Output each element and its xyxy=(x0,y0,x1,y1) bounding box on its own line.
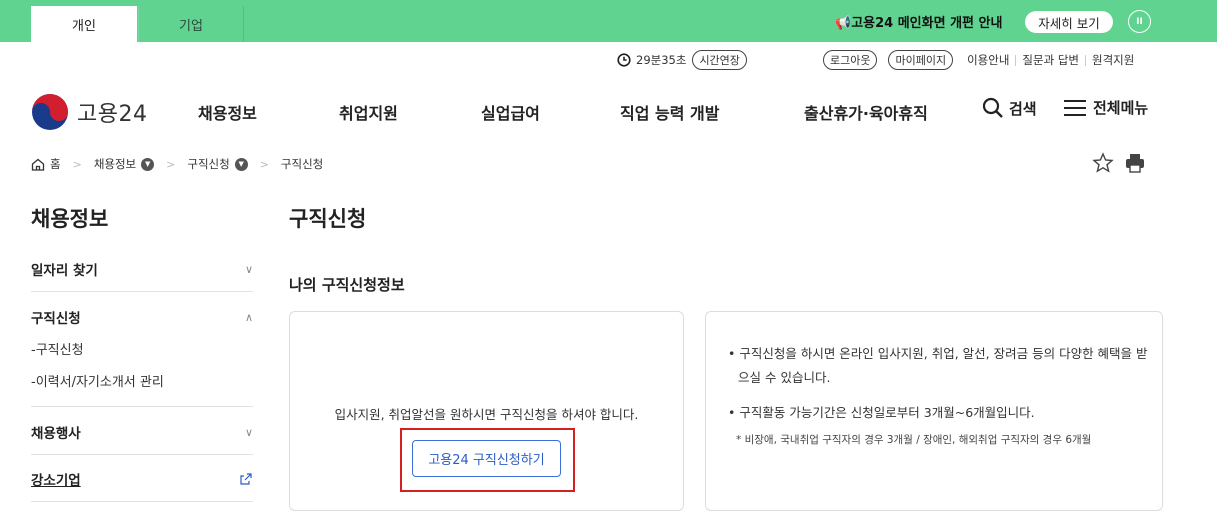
dropdown-icon[interactable]: ▼ xyxy=(141,157,155,171)
section-title: 나의 구직신청정보 xyxy=(289,276,405,294)
nav-job-info[interactable]: 채용정보 xyxy=(198,100,257,124)
chevron-right-icon: > xyxy=(166,157,176,171)
info-bullet: • 구직신청을 하시면 온라인 입사지원, 취업, 알선, 장려금 등의 다양한… xyxy=(728,342,1148,390)
breadcrumb-job-apply[interactable]: 구직신청 xyxy=(187,156,229,172)
divider xyxy=(1015,54,1017,66)
megaphone-icon: 📢 xyxy=(835,16,852,31)
qna-link[interactable]: 질문과 답변 xyxy=(1022,52,1079,68)
divider xyxy=(31,291,253,292)
logo-text: 고용24 xyxy=(77,102,148,127)
page-title: 구직신청 xyxy=(289,207,367,231)
chevron-down-icon: ∨ xyxy=(244,425,253,439)
star-icon[interactable] xyxy=(1092,152,1114,174)
sidebar-item-job-fair[interactable]: 채용행사 ∨ xyxy=(31,422,253,443)
info-card: • 구직신청을 하시면 온라인 입사지원, 취업, 알선, 장려금 등의 다양한… xyxy=(705,311,1163,511)
home-icon xyxy=(31,158,45,171)
divider xyxy=(31,501,253,502)
guide-link[interactable]: 이용안내 xyxy=(967,52,1009,68)
notice-detail-button[interactable]: 자세히 보기 xyxy=(1025,11,1113,33)
sidebar-item-strong-company[interactable]: 강소기업 xyxy=(31,469,253,489)
nav-parental-leave[interactable]: 출산휴가·육아휴직 xyxy=(804,100,928,124)
bullet-dot: • xyxy=(728,405,740,420)
taegeuk-logo-icon xyxy=(32,94,68,130)
sidebar-item-job-search[interactable]: 일자리 찾기 ∨ xyxy=(31,259,253,280)
chevron-right-icon: > xyxy=(259,157,269,171)
search-icon xyxy=(982,97,1003,118)
chevron-right-icon: > xyxy=(72,157,82,171)
breadcrumb-current: 구직신청 xyxy=(280,157,324,171)
job-apply-button[interactable]: 고용24 구직신청하기 xyxy=(412,440,561,477)
apply-card-text: 입사지원, 취업알선을 원하시면 구직신청을 하셔야 합니다. xyxy=(334,407,639,422)
sidebar-item-label: 구직신청 xyxy=(31,311,81,327)
chevron-down-icon: ∨ xyxy=(244,262,253,276)
divider xyxy=(31,406,253,407)
extend-time-button[interactable]: 시간연장 xyxy=(692,50,747,70)
bullet-dot: • xyxy=(728,346,740,361)
breadcrumb-home[interactable]: 홈 xyxy=(50,156,61,172)
info-note: * 비장애, 국내취업 구직자의 경우 3개월 / 장애인, 해외취업 구직자의… xyxy=(736,434,1092,446)
top-bar: 개인 기업 📢고용24 메인화면 개편 안내 자세히 보기 II xyxy=(0,0,1217,42)
notice-text: 고용24 메인화면 개편 안내 xyxy=(851,16,1003,31)
utility-links: 로그아웃 마이페이지 이용안내 질문과 답변 원격지원 xyxy=(823,50,1134,70)
clock-icon xyxy=(617,53,631,67)
sidebar-title: 채용정보 xyxy=(31,207,109,231)
logout-button[interactable]: 로그아웃 xyxy=(823,50,878,70)
sidebar-subitem-resume[interactable]: -이력서/자기소개서 관리 xyxy=(31,371,164,390)
apply-card: 입사지원, 취업알선을 원하시면 구직신청을 하셔야 합니다. 고용24 구직신… xyxy=(289,311,684,511)
bullet-text: 구직신청을 하시면 온라인 입사지원, 취업, 알선, 장려금 등의 다양한 혜… xyxy=(738,346,1148,385)
divider xyxy=(1084,54,1086,66)
breadcrumb-job-info[interactable]: 채용정보 xyxy=(94,156,136,172)
tab-personal[interactable]: 개인 xyxy=(31,6,137,42)
mypage-button[interactable]: 마이페이지 xyxy=(888,50,954,70)
logo[interactable]: 고용24 xyxy=(31,93,147,131)
search-button[interactable]: 검색 xyxy=(982,97,1037,119)
nav-unemployment-benefit[interactable]: 실업급여 xyxy=(481,100,540,124)
tab-corporate[interactable]: 기업 xyxy=(138,6,244,42)
remote-support-link[interactable]: 원격지원 xyxy=(1092,52,1134,68)
nav-employment-support[interactable]: 취업지원 xyxy=(339,100,398,124)
dropdown-icon[interactable]: ▼ xyxy=(234,157,248,171)
search-label: 검색 xyxy=(1009,99,1037,118)
hamburger-icon xyxy=(1064,99,1086,116)
nav-vocational-training[interactable]: 직업 능력 개발 xyxy=(620,100,719,124)
timer-text: 29분35초 xyxy=(636,53,687,67)
notice[interactable]: 📢고용24 메인화면 개편 안내 xyxy=(835,12,1002,31)
sidebar-item-job-apply[interactable]: 구직신청 ∧ xyxy=(31,307,253,328)
chevron-up-icon: ∧ xyxy=(244,310,253,324)
info-bullet: • 구직활동 가능기간은 신청일로부터 3개월~6개월입니다. xyxy=(728,401,1148,425)
all-menu-label: 전체메뉴 xyxy=(1093,99,1149,117)
page-tools xyxy=(1092,152,1146,174)
divider xyxy=(31,454,253,455)
sidebar-item-label: 채용행사 xyxy=(31,426,81,442)
print-icon[interactable] xyxy=(1124,152,1146,174)
sidebar-item-label: 강소기업 xyxy=(31,473,81,489)
sidebar-item-label: 일자리 찾기 xyxy=(31,263,98,279)
breadcrumb: 홈 > 채용정보 ▼ > 구직신청 ▼ > 구직신청 xyxy=(31,156,323,172)
pause-icon[interactable]: II xyxy=(1128,10,1151,33)
external-link-icon xyxy=(240,473,252,485)
session-timer: 29분35초 시간연장 xyxy=(617,50,747,70)
sidebar-subitem-job-apply[interactable]: -구직신청 xyxy=(31,339,84,358)
bullet-text: 구직활동 가능기간은 신청일로부터 3개월~6개월입니다. xyxy=(739,405,1035,420)
all-menu-button[interactable]: 전체메뉴 xyxy=(1063,97,1148,118)
